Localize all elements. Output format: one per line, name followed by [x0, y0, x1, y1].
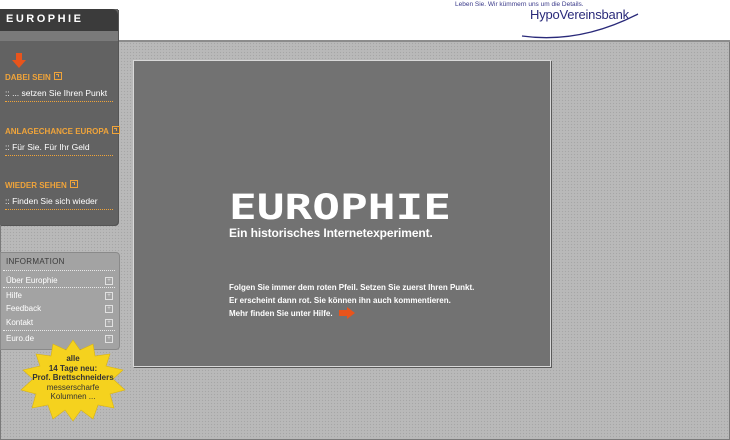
info-item-ueber-europhie[interactable]: Über Europhie [6, 276, 58, 285]
plus-box-icon[interactable]: + [105, 292, 113, 300]
promo-line: messerscharfe [46, 382, 100, 392]
plus-box-icon[interactable]: + [105, 305, 113, 313]
sidebar-item-dabei-sein[interactable]: DABEI SEIN [5, 72, 62, 82]
divider [5, 155, 113, 156]
plus-box-icon[interactable]: + [105, 277, 113, 285]
sidebar-item-wieder-sehen[interactable]: WIEDER SEHEN [5, 180, 78, 190]
europhie-logo-text: EUROPHIE [229, 192, 451, 222]
information-box: INFORMATION Über Europhie + Hilfe + Feed… [0, 252, 120, 350]
intro-text: Er erscheint dann rot. Sie können ihn au… [229, 296, 451, 305]
external-link-icon [53, 72, 62, 80]
sidebar-item-subtitle[interactable]: :: Finden Sie sich wieder [5, 196, 98, 206]
sidebar-item-subtitle[interactable]: :: ... setzen Sie Ihren Punkt [5, 88, 107, 98]
divider [3, 270, 115, 271]
plus-box-icon[interactable]: + [105, 319, 113, 327]
sidebar-strip [0, 31, 118, 41]
intro-text: Folgen Sie immer dem roten Pfeil. Setzen… [229, 283, 475, 292]
external-link-icon [69, 180, 78, 188]
tagline: Ein historisches Internetexperiment. [229, 226, 433, 240]
info-item-hilfe[interactable]: Hilfe [6, 291, 22, 300]
divider [5, 209, 113, 210]
sidebar-item-label: WIEDER SEHEN [5, 181, 67, 190]
promo-badge[interactable]: alle 14 Tage neu: Prof. Brettschneiders … [28, 354, 118, 402]
europhie-logo: EUROPHIE [229, 192, 451, 222]
intro-text: Mehr finden Sie unter Hilfe. [229, 309, 333, 318]
sidebar-item-label: DABEI SEIN [5, 73, 51, 82]
external-link-icon [111, 126, 120, 134]
promo-line: alle [66, 354, 80, 363]
divider [3, 330, 115, 331]
bank-logo[interactable]: HypoVereinsbank [530, 7, 629, 22]
divider [5, 101, 113, 102]
sidebar-item-anlagechance-europa[interactable]: ANLAGECHANCE EUROPA [5, 126, 120, 136]
sidebar-item-label: ANLAGECHANCE EUROPA [5, 127, 109, 136]
divider [3, 287, 115, 288]
information-title: INFORMATION [6, 257, 65, 266]
sidebar-logo-text: EUROPHIE [6, 13, 84, 25]
promo-line: Kolumnen ... [50, 392, 96, 401]
divider [118, 40, 730, 42]
info-item-feedback[interactable]: Feedback [6, 304, 41, 313]
sidebar-logo[interactable]: EUROPHIE [0, 9, 118, 31]
sidebar-item-subtitle[interactable]: :: Für Sie. Für Ihr Geld [5, 142, 90, 152]
sidebar: EUROPHIE DABEI SEIN :: ... setzen Sie Ih… [0, 9, 120, 225]
promo-line: 14 Tage neu: [48, 363, 98, 373]
info-item-kontakt[interactable]: Kontakt [6, 318, 33, 327]
red-arrow-down-icon [12, 53, 26, 68]
red-arrow-right-icon[interactable] [339, 307, 355, 319]
promo-line: Prof. Brettschneiders [32, 373, 114, 382]
